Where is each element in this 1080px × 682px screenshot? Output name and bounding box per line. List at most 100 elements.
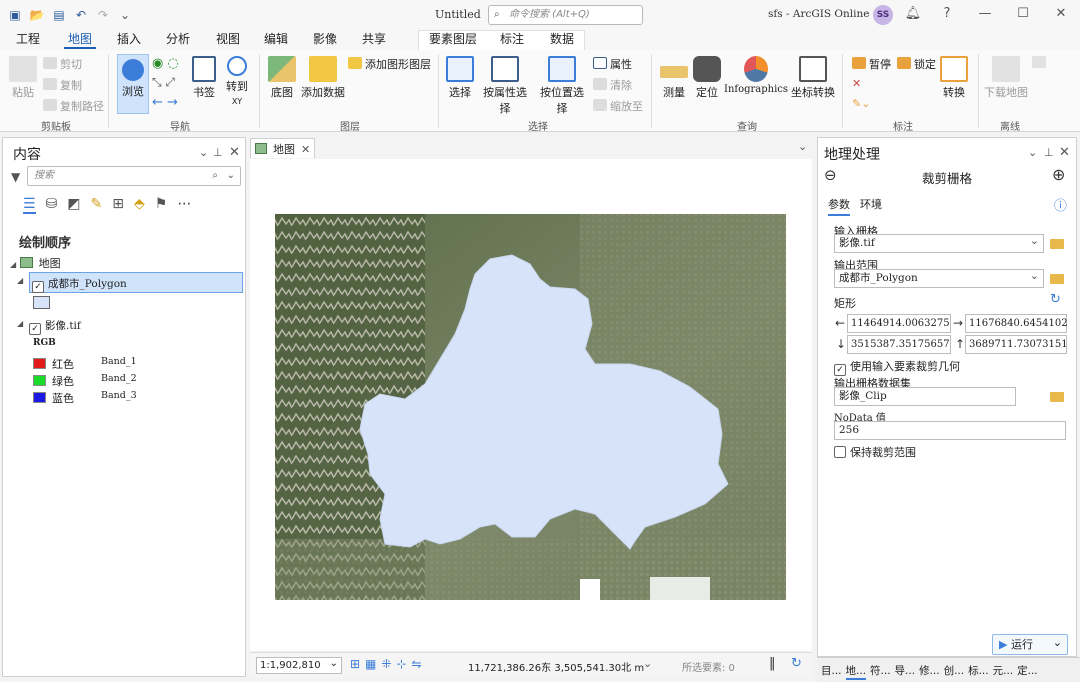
tab-parameters[interactable]: 参数: [828, 196, 850, 216]
layer-polygon[interactable]: ✓ 成都市_Polygon: [29, 272, 243, 293]
account-name[interactable]: sfs - ArcGIS Online: [768, 8, 870, 20]
collapse-icon[interactable]: ◢: [10, 260, 16, 269]
folder-icon[interactable]: [1050, 392, 1064, 402]
status-tools[interactable]: ⊞▦⁜⊹⇋: [350, 657, 427, 671]
polygon-symbol[interactable]: [33, 296, 50, 312]
dock-tab[interactable]: 导...: [895, 663, 916, 680]
select-by-attributes-button[interactable]: 按属性选择: [478, 56, 532, 116]
close-pane-icon[interactable]: ✕: [1059, 145, 1070, 160]
drawing-order-icon[interactable]: ☰: [23, 196, 36, 214]
copy-button[interactable]: 复制: [43, 77, 82, 93]
notification-bell-icon[interactable]: 🔔︎: [904, 6, 922, 21]
labeling-icon[interactable]: ⬘: [134, 196, 145, 214]
use-clip-geometry[interactable]: ✓ 使用输入要素裁剪几何: [834, 358, 960, 376]
map-canvas[interactable]: [250, 159, 812, 651]
extent-bottom-input[interactable]: 3515387.35175657: [847, 335, 951, 354]
undo-icon[interactable]: ↶: [72, 6, 90, 24]
dock-tab[interactable]: 修...: [919, 663, 940, 680]
select-button[interactable]: 选择: [446, 56, 474, 100]
select-by-location-button[interactable]: 按位置选择: [535, 56, 589, 116]
tab-project[interactable]: 工程: [12, 31, 44, 49]
dock-tab[interactable]: 地...: [845, 663, 867, 680]
editing-icon[interactable]: ✎: [91, 196, 103, 214]
locate-button[interactable]: 定位: [692, 56, 722, 100]
output-raster-input[interactable]: 影像_Clip: [834, 387, 1016, 406]
reset-extent-icon[interactable]: ↻: [1050, 292, 1061, 307]
pin-icon[interactable]: ⊥: [1044, 146, 1054, 159]
bookmarks-button[interactable]: 书签: [189, 56, 219, 100]
full-extent-icon[interactable]: ◉ ◌: [152, 56, 179, 71]
command-search-input[interactable]: ⌕ 命令搜索 (Alt+Q): [488, 5, 643, 25]
selection-icon[interactable]: ◩: [67, 196, 80, 214]
add-icon[interactable]: ⊕: [1052, 165, 1065, 184]
folder-icon[interactable]: [1050, 239, 1064, 249]
dock-tab[interactable]: 目...: [821, 663, 842, 680]
tab-feature-layer[interactable]: 要素图层: [425, 31, 481, 49]
tab-environments[interactable]: 环境: [860, 196, 882, 212]
extent-left-input[interactable]: 11464914.0063275: [847, 314, 951, 333]
scale-selector[interactable]: 1:1,902,810 ⌄: [256, 657, 342, 674]
open-icon[interactable]: 📂: [28, 6, 46, 24]
data-source-icon[interactable]: ⛁: [46, 196, 58, 214]
more-icon[interactable]: ⋯: [177, 196, 191, 214]
goto-xy-button[interactable]: 转到 XY: [222, 56, 252, 107]
collapse-icon[interactable]: ◢: [17, 319, 23, 328]
close-tab-icon[interactable]: ✕: [301, 143, 310, 156]
map-view[interactable]: [250, 159, 812, 651]
extent-right-input[interactable]: 11676840.6454102: [965, 314, 1068, 333]
measure-button[interactable]: 测量: [658, 56, 690, 100]
pane-options-icon[interactable]: ⌄: [199, 146, 208, 159]
tab-imagery[interactable]: 影像: [309, 31, 341, 49]
pane-options-icon[interactable]: ⌄: [1028, 146, 1037, 159]
add-graphics-layer-button[interactable]: 添加图形图层: [348, 56, 431, 72]
perspective-icon[interactable]: ⚑: [155, 196, 168, 214]
tab-view[interactable]: 视图: [212, 31, 244, 49]
dock-tab[interactable]: 元...: [993, 663, 1014, 680]
fixed-zoom-icon[interactable]: ⤡ ⤢: [152, 75, 175, 90]
explore-button[interactable]: 浏览: [117, 54, 149, 114]
chevron-down-icon[interactable]: ⌄: [643, 657, 652, 670]
zoom-to-selection-button[interactable]: 缩放至: [593, 98, 643, 114]
tab-map[interactable]: 地图: [64, 31, 97, 49]
keep-clip-extent-checkbox[interactable]: [834, 446, 846, 458]
snapping-icon[interactable]: ⊞: [112, 196, 124, 214]
map-tree-item[interactable]: ◢ 地图: [10, 255, 61, 271]
pin-icon[interactable]: ⊥: [213, 146, 223, 159]
previous-next-extent-icon[interactable]: ← →: [152, 95, 178, 110]
infographics-button[interactable]: Infographics: [724, 56, 788, 95]
tab-labeling[interactable]: 标注: [496, 31, 528, 49]
tab-list-icon[interactable]: ⌄: [798, 140, 807, 153]
tab-data[interactable]: 数据: [546, 31, 578, 49]
copy-path-button[interactable]: 复制路径: [43, 98, 104, 114]
pause-labeling-button[interactable]: 暂停: [852, 56, 891, 72]
basemap-button[interactable]: 底图: [266, 56, 298, 100]
collapse-icon[interactable]: ◢: [17, 276, 23, 285]
output-extent-select[interactable]: 成都市_Polygon: [834, 267, 1044, 288]
nodata-input[interactable]: 256: [834, 421, 1066, 440]
filter-icon[interactable]: ▼: [11, 170, 20, 184]
sync-icon[interactable]: [1032, 56, 1049, 70]
redo-icon[interactable]: ↷: [94, 6, 112, 24]
paste-button[interactable]: 粘贴: [6, 56, 40, 100]
save-icon[interactable]: ▤: [50, 6, 68, 24]
cut-button[interactable]: 剪切: [43, 56, 82, 72]
coordinate-conversion-button[interactable]: 坐标转换: [790, 56, 836, 100]
close-icon[interactable]: ✕: [1052, 6, 1070, 21]
folder-icon[interactable]: [1050, 274, 1064, 284]
input-raster-select[interactable]: 影像.tif: [834, 232, 1044, 253]
keep-clip-extent[interactable]: 保持裁剪范围: [834, 444, 916, 460]
tab-insert[interactable]: 插入: [113, 31, 145, 49]
contents-search-input[interactable]: 搜索 ⌕ ⌄: [27, 166, 241, 186]
dock-tab[interactable]: 定...: [1017, 663, 1038, 680]
minimize-icon[interactable]: —: [976, 6, 994, 21]
pause-drawing-icon[interactable]: ‖: [769, 656, 776, 671]
layer-polygon-checkbox[interactable]: ✓: [32, 281, 44, 293]
dock-tab[interactable]: 创...: [944, 663, 965, 680]
convert-labels-button[interactable]: 转换: [940, 56, 968, 100]
layer-raster-checkbox[interactable]: ✓: [29, 323, 41, 335]
maximize-icon[interactable]: ☐: [1014, 6, 1032, 21]
refresh-icon[interactable]: ↻: [791, 656, 802, 671]
tab-share[interactable]: 共享: [358, 31, 390, 49]
help-icon[interactable]: ?: [938, 6, 956, 21]
dock-tab[interactable]: 标...: [968, 663, 989, 680]
